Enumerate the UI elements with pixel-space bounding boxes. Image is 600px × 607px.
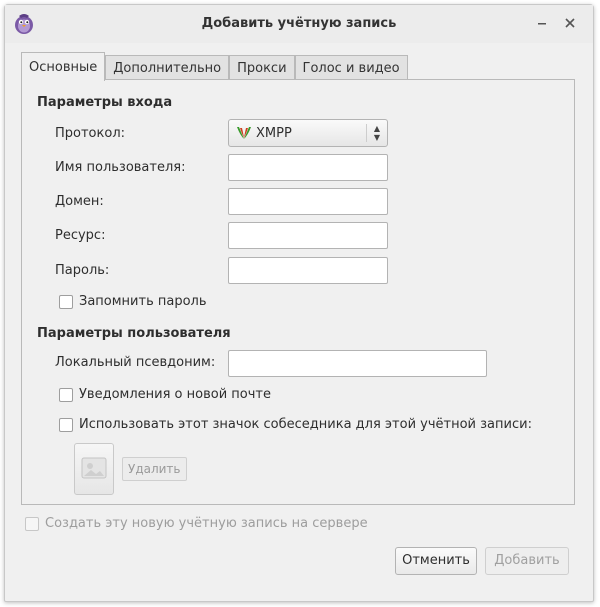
- image-placeholder-icon: [81, 457, 107, 479]
- close-button[interactable]: [561, 14, 579, 32]
- spin-arrows-icon: ▲ ▼: [373, 124, 381, 142]
- add-button[interactable]: Добавить: [485, 547, 569, 575]
- use-buddy-icon-label: Использовать этот значок собеседника для…: [79, 417, 532, 432]
- new-mail-notifications-checkbox[interactable]: [59, 388, 73, 402]
- titlebar: Добавить учётную запись: [5, 5, 593, 43]
- tab-bar: Основные Дополнительно Прокси Голос и ви…: [21, 52, 408, 82]
- resource-label: Ресурс:: [55, 228, 106, 243]
- protocol-select[interactable]: XMPP ▲ ▼: [228, 119, 388, 147]
- tab-panel-basic: Параметры входа Протокол: XMPP ▲ ▼ Имя по…: [21, 79, 575, 505]
- create-on-server-checkbox[interactable]: [25, 517, 39, 531]
- protocol-value: XMPP: [256, 126, 292, 141]
- login-options-heading: Параметры входа: [37, 95, 173, 110]
- tab-proxy[interactable]: Прокси: [229, 55, 295, 82]
- cancel-button[interactable]: Отменить: [395, 547, 477, 575]
- use-buddy-icon-checkbox[interactable]: [59, 418, 73, 432]
- add-account-dialog: Добавить учётную запись Основные Дополни…: [4, 4, 594, 602]
- resource-input[interactable]: [228, 222, 388, 249]
- new-mail-notifications-label: Уведомления о новой почте: [79, 387, 271, 402]
- xmpp-icon: [237, 127, 251, 139]
- minimize-icon: [538, 23, 546, 25]
- create-on-server-label: Создать эту новую учётную запись на серв…: [45, 516, 368, 531]
- remember-password-checkbox[interactable]: [59, 295, 73, 309]
- minimize-button[interactable]: [533, 14, 551, 32]
- password-label: Пароль:: [55, 263, 110, 278]
- user-options-heading: Параметры пользователя: [37, 326, 231, 341]
- buddy-icon-button[interactable]: [74, 443, 114, 495]
- tab-basic[interactable]: Основные: [21, 52, 106, 81]
- username-input[interactable]: [228, 154, 388, 181]
- username-label: Имя пользователя:: [55, 160, 186, 175]
- local-alias-input[interactable]: [228, 350, 487, 377]
- close-icon: [565, 18, 575, 28]
- remove-icon-button[interactable]: Удалить: [122, 457, 187, 481]
- protocol-label: Протокол:: [55, 126, 126, 141]
- remember-password-label: Запомнить пароль: [79, 294, 207, 309]
- domain-label: Домен:: [55, 194, 104, 209]
- tab-voice-video[interactable]: Голос и видео: [294, 55, 408, 82]
- password-input[interactable]: [228, 257, 388, 284]
- local-alias-label: Локальный псевдоним:: [55, 355, 216, 370]
- combo-separator: [366, 124, 367, 142]
- tab-advanced[interactable]: Дополнительно: [105, 55, 230, 82]
- window-title: Добавить учётную запись: [201, 16, 397, 31]
- domain-input[interactable]: [228, 188, 388, 215]
